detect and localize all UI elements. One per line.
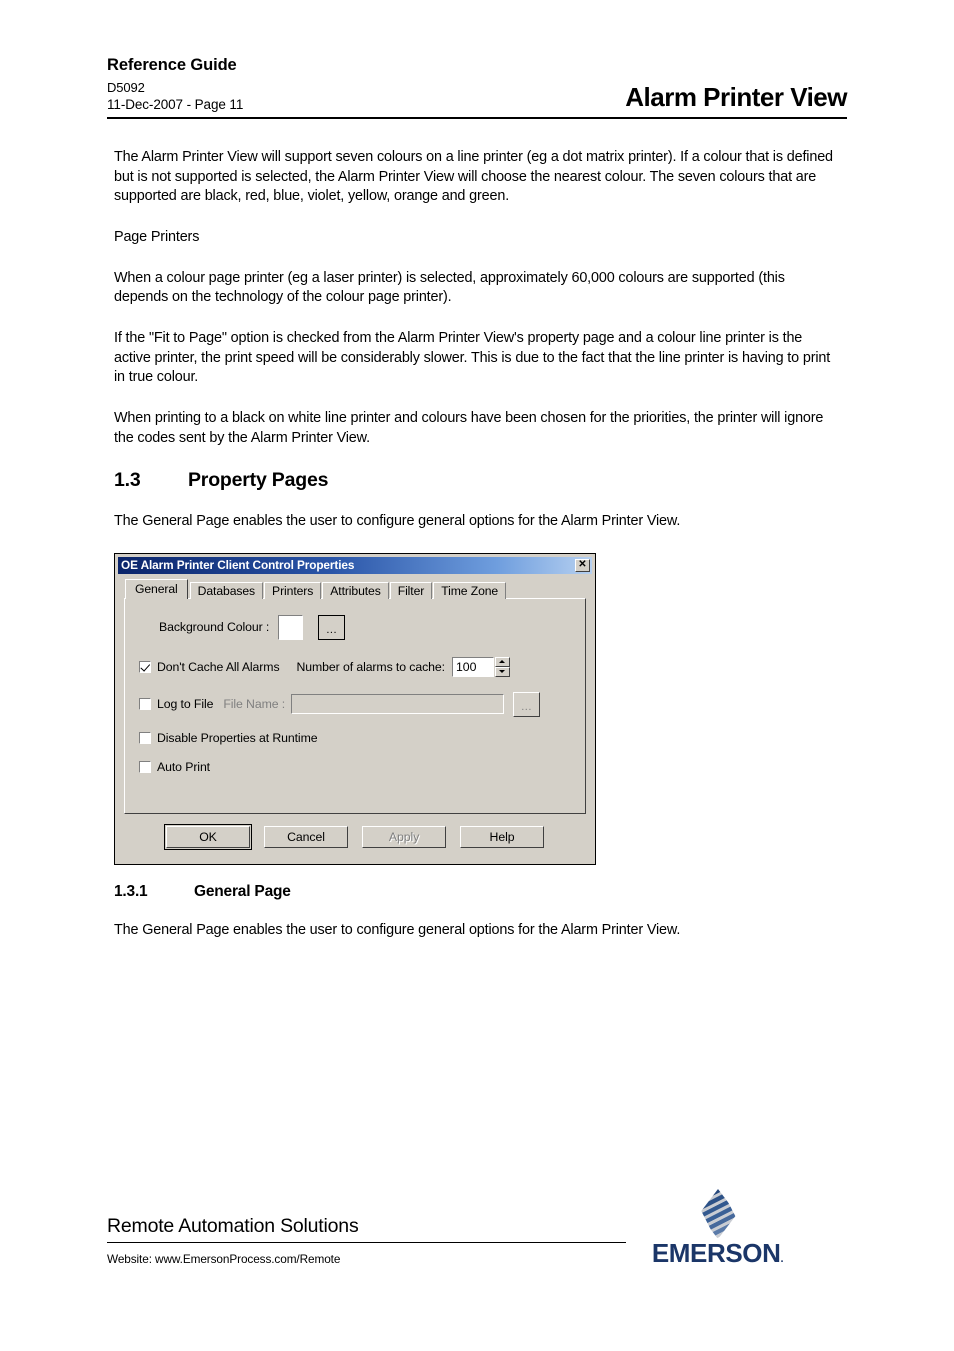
close-icon[interactable]: ✕ (575, 558, 590, 572)
log-to-file-checkbox[interactable] (139, 698, 151, 711)
background-colour-swatch[interactable] (278, 614, 304, 640)
row-dont-cache-alarms: Don't Cache All Alarms Number of alarms … (139, 656, 573, 677)
paragraph-black-white-printing: When printing to a black on white line p… (114, 409, 824, 446)
tab-general[interactable]: General (125, 578, 188, 599)
log-to-file-label: Log to File (157, 697, 214, 712)
header-product-title: Alarm Printer View (625, 81, 847, 112)
background-colour-label: Background Colour : (159, 620, 270, 635)
auto-print-checkbox[interactable] (139, 760, 151, 773)
emerson-wordmark: EMERSON. (635, 1240, 800, 1266)
cancel-button[interactable]: Cancel (264, 825, 348, 848)
tab-printers[interactable]: Printers (264, 581, 322, 599)
footer-tagline: Remote Automation Solutions (107, 1215, 359, 1237)
tab-panel-general: Background Colour : ... Don't Cache All … (124, 597, 586, 814)
help-button[interactable]: Help (460, 825, 544, 848)
dialog-tabstrip: General Databases Printers Attributes Fi… (124, 578, 586, 599)
document-page: Reference Guide D5092 11-Dec-2007 - Page… (0, 0, 954, 1351)
file-name-input[interactable] (291, 694, 505, 715)
footer-rule (107, 1242, 626, 1243)
header-doc-code: D5092 (107, 79, 145, 95)
section-number: 1.3 (114, 469, 141, 492)
ok-button[interactable]: OK (164, 823, 252, 850)
dont-cache-all-alarms-checkbox[interactable] (139, 660, 151, 673)
row-auto-print: Auto Print (139, 760, 573, 774)
disable-properties-at-runtime-checkbox[interactable] (139, 731, 151, 744)
emerson-logo: EMERSON. (635, 1186, 800, 1266)
paragraph-colour-support: The Alarm Printer View will support seve… (114, 149, 833, 205)
subsection-number: 1.3.1 (114, 882, 148, 900)
number-of-alarms-label: Number of alarms to cache: (296, 659, 446, 674)
header-guide-title: Reference Guide (107, 56, 237, 74)
auto-print-label: Auto Print (157, 759, 210, 774)
row-log-to-file: Log to File File Name : ... (139, 691, 573, 717)
paragraph-fit-to-page: If the "Fit to Page" option is checked f… (114, 329, 831, 386)
document-content: The Alarm Printer View will support seve… (114, 148, 838, 962)
file-browse-button[interactable]: ... (513, 691, 541, 717)
subsection-title: General Page (194, 882, 291, 900)
paragraph-page-printers-heading: Page Printers (114, 228, 200, 245)
number-of-alarms-value[interactable]: 100 (451, 656, 494, 677)
emerson-wordmark-text: EMERSON (651, 1238, 781, 1268)
section-heading-property-pages: 1.3 Property Pages (114, 469, 838, 492)
row-background-colour: Background Colour : ... (159, 614, 573, 640)
emerson-wordmark-tm: . (780, 1253, 784, 1265)
tab-attributes[interactable]: Attributes (322, 581, 389, 599)
subsection-heading-general-page: 1.3.1 General Page (114, 883, 838, 901)
disable-properties-at-runtime-label: Disable Properties at Runtime (157, 730, 318, 745)
properties-dialog-window: OE Alarm Printer Client Control Properti… (114, 552, 596, 865)
number-of-alarms-stepper[interactable]: 100 (451, 656, 510, 677)
paragraph-general-page-intro: The General Page enables the user to con… (114, 513, 681, 530)
background-colour-browse-button[interactable]: ... (318, 614, 346, 640)
spinner-up-icon[interactable] (494, 656, 510, 667)
document-header: Reference Guide D5092 11-Dec-2007 - Page… (107, 55, 847, 119)
row-disable-properties: Disable Properties at Runtime (139, 731, 573, 745)
paragraph-general-page-outro: The General Page enables the user to con… (114, 921, 681, 938)
tab-time-zone[interactable]: Time Zone (433, 581, 507, 599)
dont-cache-all-alarms-label: Don't Cache All Alarms (157, 659, 280, 674)
apply-button: Apply (362, 825, 446, 848)
header-rule (107, 116, 847, 119)
paragraph-page-printer-colours: When a colour page printer (eg a laser p… (114, 269, 785, 306)
figure-properties-dialog: OE Alarm Printer Client Control Properti… (114, 552, 838, 865)
emerson-logo-mark-icon (689, 1186, 746, 1242)
spinner-down-icon[interactable] (494, 666, 510, 677)
tab-databases[interactable]: Databases (189, 581, 264, 599)
dialog-body: General Databases Printers Attributes Fi… (118, 574, 592, 861)
document-footer: Remote Automation Solutions Website: www… (107, 1186, 847, 1266)
file-name-label: File Name : (223, 697, 286, 712)
tab-filter[interactable]: Filter (389, 581, 433, 599)
spinner-buttons (494, 656, 510, 677)
header-date-page: 11-Dec-2007 - Page 11 (107, 96, 244, 112)
dialog-button-bar: OK Cancel Apply Help (124, 814, 586, 855)
dialog-titlebar: OE Alarm Printer Client Control Properti… (118, 556, 592, 574)
section-title: Property Pages (188, 469, 329, 492)
dialog-title: OE Alarm Printer Client Control Properti… (121, 558, 355, 573)
